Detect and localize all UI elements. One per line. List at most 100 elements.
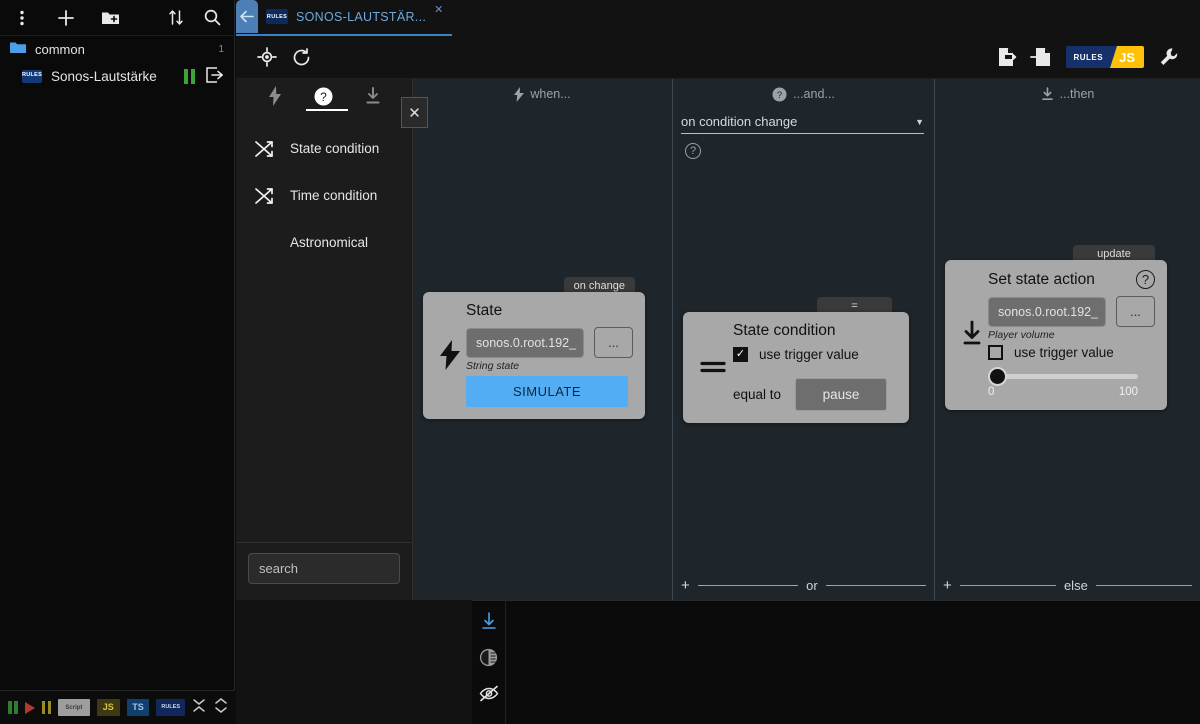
close-panel-button[interactable]: ✕ <box>401 97 428 128</box>
simulate-button[interactable]: SIMULATE <box>466 376 628 407</box>
object-id-browse-button[interactable]: ... <box>594 327 633 358</box>
column-when-header: when... <box>413 79 672 105</box>
refresh-icon[interactable] <box>284 40 318 74</box>
palette-item-astronomical[interactable]: Astronomical <box>236 219 412 266</box>
locate-icon[interactable] <box>250 40 284 74</box>
sidebar-item-sonos-lautstaerke[interactable]: RULES Sonos-Lautstärke <box>0 62 234 90</box>
settings-wrench-icon[interactable] <box>1152 40 1186 74</box>
palette-item-label: State condition <box>290 141 380 156</box>
block-condition-main: State condition use trigger value equal … <box>733 322 897 411</box>
add-or-bar: + or <box>673 577 934 594</box>
add-else-button[interactable]: + <box>943 577 952 594</box>
pause-icon[interactable] <box>184 68 195 84</box>
status-bar: Script JS TS RULES <box>0 690 235 724</box>
eye-off-icon[interactable] <box>477 681 501 705</box>
status-bar-right <box>192 697 227 718</box>
or-line-left <box>697 585 799 586</box>
debug-panel <box>472 600 1200 724</box>
debug-panel-output <box>506 601 1200 724</box>
toggle-rules-label: RULES <box>1066 46 1111 68</box>
slider-track <box>988 374 1138 379</box>
object-id-row: sonos.0.root.192_ ... <box>988 296 1155 327</box>
status-badge-js[interactable]: JS <box>96 699 120 716</box>
rules-js-toggle[interactable]: RULES JS <box>1066 46 1144 68</box>
shuffle-icon <box>254 140 274 158</box>
palette-tab-condition[interactable]: ? <box>309 81 339 111</box>
sidebar-toolbar <box>0 0 234 36</box>
status-badge-script[interactable]: Script <box>58 699 90 716</box>
folder-count: 1 <box>218 43 224 55</box>
block-state-condition: = State condition use trigger value <box>683 297 909 423</box>
use-trigger-value-checkbox[interactable] <box>733 347 748 362</box>
object-id-field[interactable]: sonos.0.root.192_ <box>988 296 1106 327</box>
use-trigger-value-checkbox[interactable] <box>988 345 1003 360</box>
status-badge-rules[interactable]: RULES <box>156 699 185 716</box>
new-folder-icon[interactable] <box>96 4 124 32</box>
or-line-right <box>825 585 927 586</box>
slider-range-labels: 0 100 <box>988 386 1138 398</box>
column-then-header: ...then <box>935 79 1200 105</box>
palette-item-label: Time condition <box>290 188 378 203</box>
download-icon <box>1041 86 1054 102</box>
volume-slider[interactable] <box>988 367 1138 386</box>
equals-icon <box>693 322 733 411</box>
import-file-icon[interactable] <box>1024 40 1058 74</box>
sort-icon[interactable] <box>162 4 190 32</box>
object-id-sublabel: Player volume <box>988 329 1055 341</box>
status-pause-olive-icon[interactable] <box>41 701 51 714</box>
tab-body[interactable]: RULES SONOS-LAUTSTÄR... ✕ <box>258 0 452 33</box>
or-label: or <box>806 578 818 593</box>
action-help-icon[interactable]: ? <box>1136 270 1155 289</box>
use-trigger-value-row: use trigger value <box>733 347 897 362</box>
rule-columns: when... ✕ on change State sonos.0.root.1… <box>401 79 1200 600</box>
sidebar-folder-common[interactable]: common 1 <box>0 36 234 62</box>
add-icon[interactable] <box>52 4 80 32</box>
condition-value-field[interactable]: pause <box>795 378 888 411</box>
tab-strip: RULES SONOS-LAUTSTÄR... ✕ <box>236 0 1200 36</box>
block-set-state-action: update Set state action ? sonos.0.root.1… <box>945 245 1167 410</box>
collapse-all-icon[interactable] <box>192 698 206 718</box>
expand-all-icon[interactable] <box>215 697 227 718</box>
condition-mode-select[interactable]: on condition change ▼ <box>681 110 924 134</box>
palette-list: State condition Time condition Astronomi… <box>236 113 412 266</box>
block-condition-body: State condition use trigger value equal … <box>683 312 909 423</box>
palette-tab-trigger[interactable] <box>260 81 290 111</box>
condition-help-icon[interactable]: ? <box>685 143 701 159</box>
search-icon[interactable] <box>198 4 226 32</box>
block-trigger-title: State <box>466 302 503 319</box>
export-file-icon[interactable] <box>990 40 1024 74</box>
else-line-left <box>959 585 1056 586</box>
rule-canvas: ? State condition Time condition Astrono… <box>236 79 1200 600</box>
palette-panel: ? State condition Time condition Astrono… <box>236 79 413 600</box>
toggle-js-label: JS <box>1117 46 1144 68</box>
status-badge-ts[interactable]: TS <box>126 699 150 716</box>
sidebar-item-actions <box>184 66 224 86</box>
object-id-field[interactable]: sonos.0.root.192_ <box>466 327 584 358</box>
download-icon <box>955 270 988 398</box>
tab-sonos-lautstaerke[interactable]: RULES SONOS-LAUTSTÄR... ✕ <box>236 0 452 36</box>
block-trigger-main: State sonos.0.root.192_ ... String state… <box>466 302 633 407</box>
status-play-icon[interactable] <box>24 701 35 714</box>
object-id-browse-button[interactable]: ... <box>1116 296 1155 327</box>
status-pause-green-icon[interactable] <box>8 701 18 714</box>
action-title-row: Set state action ? <box>988 270 1155 296</box>
add-or-button[interactable]: + <box>681 577 690 594</box>
search-input[interactable] <box>248 553 400 584</box>
slider-min-label: 0 <box>988 386 995 398</box>
operator-label: equal to <box>733 387 782 402</box>
tab-close-icon[interactable]: ✕ <box>434 3 444 16</box>
tab-rules-badge-icon: RULES <box>266 9 288 24</box>
slider-thumb[interactable] <box>988 367 1007 386</box>
palette-tab-action[interactable] <box>358 81 388 111</box>
export-icon[interactable] <box>205 66 224 86</box>
palette-item-state-condition[interactable]: State condition <box>236 125 412 172</box>
contrast-icon[interactable] <box>477 645 501 669</box>
use-trigger-value-label: use trigger value <box>1014 345 1114 360</box>
column-then: ...then update Set state action ? sonos.… <box>935 79 1200 600</box>
download-to-line-icon[interactable] <box>477 609 501 633</box>
tab-back-icon[interactable] <box>236 0 258 33</box>
tab-title: SONOS-LAUTSTÄR... <box>296 9 427 24</box>
palette-item-time-condition[interactable]: Time condition <box>236 172 412 219</box>
else-line-right <box>1095 585 1192 586</box>
more-vert-icon[interactable] <box>8 4 36 32</box>
